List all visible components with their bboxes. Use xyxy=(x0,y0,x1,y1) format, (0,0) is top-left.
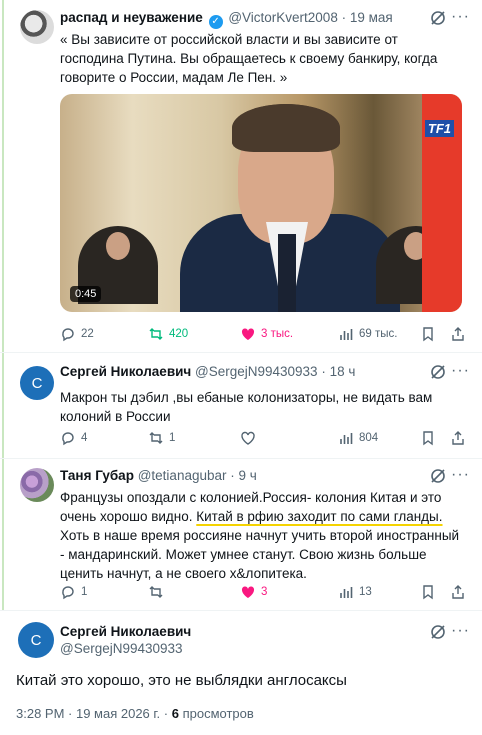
views-icon xyxy=(340,329,353,340)
reply-count: 1 xyxy=(81,586,88,598)
grok-icon[interactable] xyxy=(430,624,446,640)
text-part: Хоть в наше время россияне начнут учить … xyxy=(60,528,460,581)
tweet-metadata: 3:28 PM · 19 мая 2026 г. · 6 просмотров xyxy=(16,706,254,721)
author-handle[interactable]: @VictorKvert2008 xyxy=(228,10,338,25)
author-name[interactable]: Сергей Николаевич xyxy=(60,624,191,639)
tweet-text: Макрон ты дэбил ,вы ебаные колонизаторы,… xyxy=(60,390,433,424)
views-icon xyxy=(340,433,353,444)
tweet-text: Китай это хорошо, это не выблядки англос… xyxy=(16,672,347,689)
like-icon xyxy=(241,431,255,445)
like-button[interactable] xyxy=(240,430,261,446)
divider xyxy=(0,610,482,611)
views-button[interactable]: 13 xyxy=(338,584,372,600)
retweet-button[interactable] xyxy=(148,584,169,600)
bookmark-icon xyxy=(423,327,433,342)
tweet-header: распад и неуважение ✓ @VictorKvert2008 ·… xyxy=(60,10,393,29)
like-icon xyxy=(241,328,255,340)
view-count: 6 xyxy=(171,706,179,721)
tweet-actions: 4 1 804 xyxy=(60,430,464,450)
like-button[interactable]: 3 тыс. xyxy=(240,326,293,342)
divider xyxy=(0,352,482,353)
highlighted-text: Китай в рфию заходит по сами гланды. xyxy=(196,509,443,524)
view-label: просмотров xyxy=(178,706,254,721)
like-icon xyxy=(241,586,255,598)
bookmark-button[interactable] xyxy=(420,326,436,342)
retweet-count: 1 xyxy=(169,432,176,444)
reply-button[interactable]: 1 xyxy=(60,584,87,600)
views-icon xyxy=(340,587,353,598)
tweet-victorkvert[interactable]: распад и неуважение ✓ @VictorKvert2008 ·… xyxy=(8,8,474,346)
grok-icon[interactable] xyxy=(430,10,446,26)
author-handle[interactable]: @tetianagubar xyxy=(138,468,227,483)
author-handle[interactable]: @SergejN99430933 xyxy=(60,641,183,656)
share-button[interactable] xyxy=(450,584,466,600)
bookmark-icon xyxy=(423,585,433,600)
more-icon[interactable]: ··· xyxy=(451,362,470,380)
share-icon xyxy=(452,431,464,445)
tweet-date[interactable]: 9 ч xyxy=(239,468,257,483)
divider xyxy=(0,458,482,459)
reply-button[interactable]: 22 xyxy=(60,326,94,342)
views-count: 804 xyxy=(359,432,379,444)
like-button[interactable]: 3 xyxy=(240,584,267,600)
more-icon[interactable]: ··· xyxy=(451,466,470,484)
bookmark-button[interactable] xyxy=(420,430,436,446)
tweet-text: « Вы зависите от российской власти и вы … xyxy=(60,32,438,85)
verified-badge-icon: ✓ xyxy=(208,15,223,29)
share-icon xyxy=(452,327,464,341)
reply-button[interactable]: 4 xyxy=(60,430,87,446)
tweet-timestamp[interactable]: 3:28 PM · 19 мая 2026 г. · xyxy=(16,706,172,721)
retweet-count: 420 xyxy=(169,328,189,340)
share-button[interactable] xyxy=(450,430,466,446)
tweet-text: Французы опоздали с колонией.Россия- кол… xyxy=(60,488,464,583)
more-icon[interactable]: ··· xyxy=(451,8,470,26)
views-count: 13 xyxy=(359,586,372,598)
avatar[interactable] xyxy=(20,468,54,502)
retweet-icon xyxy=(149,432,163,444)
avatar[interactable]: C xyxy=(20,366,54,400)
retweet-button[interactable]: 1 xyxy=(148,430,175,446)
author-handle[interactable]: @SergejN99430933 xyxy=(195,364,318,379)
thread-line xyxy=(0,0,6,610)
retweet-button[interactable]: 420 xyxy=(148,326,188,342)
video-duration: 0:45 xyxy=(70,286,102,302)
views-count: 69 тыс. xyxy=(359,328,398,340)
author-name[interactable]: распад и неуважение xyxy=(60,10,203,25)
retweet-icon xyxy=(149,586,163,598)
tweet-date[interactable]: 19 мая xyxy=(350,10,393,25)
share-button[interactable] xyxy=(450,326,466,342)
like-count: 3 xyxy=(261,586,268,598)
reply-icon xyxy=(62,328,74,342)
channel-logo: TF1 xyxy=(424,120,454,137)
grok-icon[interactable] xyxy=(430,468,446,484)
author-name[interactable]: Таня Губар xyxy=(60,468,134,483)
tweet-date[interactable]: 18 ч xyxy=(330,364,356,379)
tweet-header: Сергей Николаевич @SergejN99430933 · 18 … xyxy=(60,364,356,379)
share-icon xyxy=(452,585,464,599)
grok-icon[interactable] xyxy=(430,364,446,380)
retweet-icon xyxy=(149,328,163,340)
avatar[interactable]: C xyxy=(18,622,54,658)
reply-count: 4 xyxy=(81,432,88,444)
avatar[interactable] xyxy=(20,10,54,44)
tweet-sergej-reply[interactable]: C Сергей Николаевич @SergejN99430933 · 1… xyxy=(8,362,474,452)
like-count: 3 тыс. xyxy=(261,328,294,340)
views-button[interactable]: 69 тыс. xyxy=(338,326,397,342)
video-player[interactable]: TF1 0:45 xyxy=(60,94,462,312)
tweet-header: Таня Губар @tetianagubar · 9 ч xyxy=(60,468,257,483)
tweet-tetianagubar[interactable]: Таня Губар @tetianagubar · 9 ч ··· Франц… xyxy=(8,466,474,606)
reply-icon xyxy=(62,586,74,600)
author-name[interactable]: Сергей Николаевич xyxy=(60,364,191,379)
bookmark-button[interactable] xyxy=(420,584,436,600)
tweet-actions: 22 420 3 тыс. 69 тыс. xyxy=(60,326,464,346)
tweet-actions: 1 3 13 xyxy=(60,584,464,604)
more-icon[interactable]: ··· xyxy=(451,622,470,640)
bookmark-icon xyxy=(423,431,433,446)
views-button[interactable]: 804 xyxy=(338,430,378,446)
reply-icon xyxy=(62,432,74,446)
reply-count: 22 xyxy=(81,328,94,340)
